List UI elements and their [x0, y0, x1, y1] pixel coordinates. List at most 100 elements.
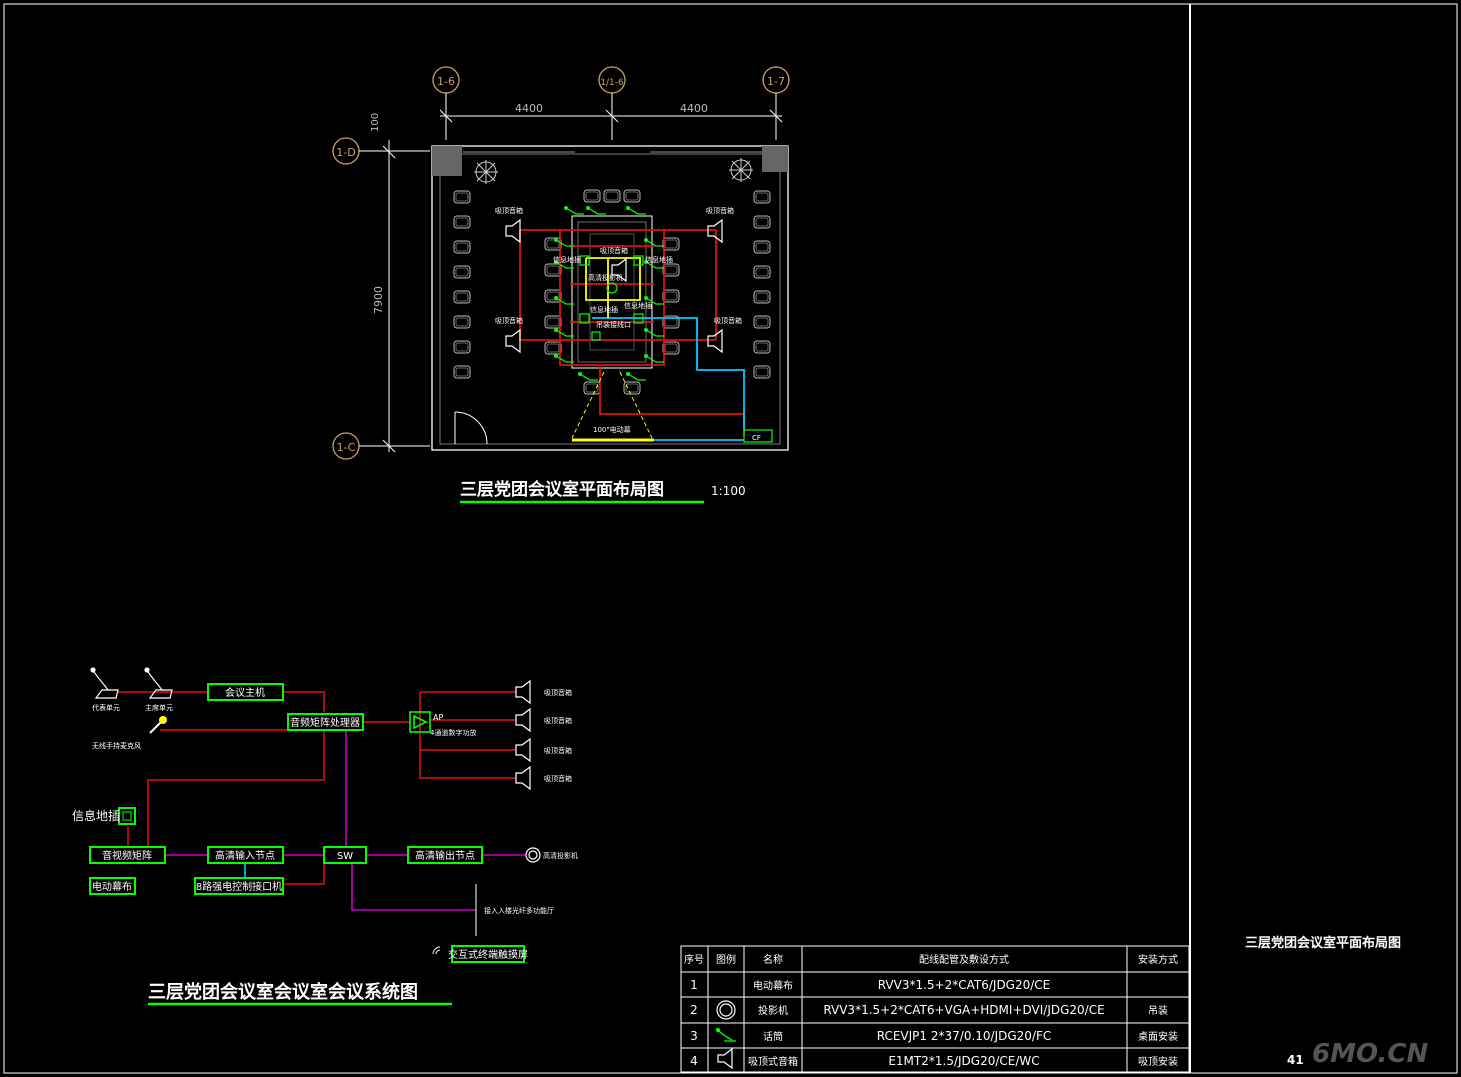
- legend-row-spec: E1MT2*1.5/JDG20/CE/WC: [888, 1054, 1039, 1068]
- legend-row-name: 吸顶式音箱: [748, 1055, 798, 1068]
- axis-bubble-1-C: 1-C: [332, 432, 430, 460]
- plant-icon: [473, 159, 499, 185]
- dim-100: 100: [370, 113, 381, 132]
- legend-row-no: 3: [690, 1029, 698, 1043]
- label-spk-3: 吸顶音箱: [544, 746, 572, 755]
- dim-4400-right: 4400: [680, 102, 708, 115]
- label-spk-mr: 吸顶音箱: [714, 316, 742, 325]
- label-info-socket: 信息地插: [72, 808, 120, 823]
- label-spk-center: 吸顶音箱: [600, 246, 628, 255]
- legend-row-no: 2: [690, 1003, 698, 1017]
- label-wireless-mic: 无线手持麦克风: [92, 741, 141, 750]
- speaker-icon: [515, 680, 531, 704]
- cad-drawing: 1-6 1/1-6 1-7 1-D 1-C 4400 4400 100 7900…: [3, 3, 1458, 1074]
- speaker-icon: [515, 708, 531, 732]
- label-host: 会议主机: [225, 686, 265, 699]
- ceiling-speaker-icon: [505, 329, 521, 353]
- ceiling-speaker-icon: [707, 329, 723, 353]
- label-sw: SW: [337, 851, 353, 862]
- label-delegate-unit: 代表单元: [92, 703, 120, 712]
- column-right: [762, 146, 788, 172]
- speaker-icon: [515, 738, 531, 762]
- plant-icon: [728, 157, 754, 183]
- label-relay: 8路强电控制接口机: [196, 880, 282, 893]
- legend-row-no: 4: [690, 1054, 698, 1068]
- legend-row-name: 电动幕布: [753, 979, 793, 992]
- dim-7900: 7900: [372, 286, 385, 314]
- legend-row-install: 桌面安装: [1138, 1030, 1178, 1043]
- system-title: 三层党团会议室会议室会议系统图: [148, 981, 418, 1003]
- plan-scale: 1:100: [711, 484, 746, 498]
- speaker-icon: [515, 766, 531, 790]
- system-diagram: 代表单元 主席单元 无线手持麦克风 会议主机 音频矩阵处理器 音视频矩阵 高清输…: [72, 667, 578, 1006]
- legend-row-name: 话筒: [763, 1030, 783, 1043]
- table-microphones: [553, 205, 665, 381]
- label-hd-out: 高清输出节点: [415, 849, 475, 862]
- touch-signal-icon: [432, 946, 441, 955]
- label-spk-tr: 吸顶音箱: [706, 206, 734, 215]
- legend-header-icon: 图例: [716, 953, 736, 966]
- svg-text:1-6: 1-6: [437, 75, 455, 88]
- ceiling-speaker-icon: [505, 219, 521, 243]
- sheet-number: 41: [1287, 1053, 1304, 1067]
- label-net: 接入入楼光纤多功能厅: [484, 906, 554, 915]
- axis-bubble-1-6: 1-6: [432, 66, 460, 140]
- svg-text:1-D: 1-D: [336, 146, 355, 159]
- label-info-l: 信息地插: [553, 255, 581, 264]
- legend-table: 序号 图例 名称 配线配管及敷设方式 安装方式 1 2 3 4 电动幕布 投影机…: [680, 945, 1190, 1073]
- legend-row-name: 投影机: [758, 1004, 788, 1017]
- label-spk-2: 吸顶音箱: [544, 716, 572, 725]
- delegate-mic-icon: [90, 667, 119, 699]
- legend-row-spec: RCEVJP1 2*37/0.10/JDG20/FC: [877, 1029, 1052, 1043]
- label-info-br: 信息地插: [624, 301, 652, 310]
- label-info-bl: 信息地插: [590, 305, 618, 314]
- info-socket-inner: [122, 811, 132, 821]
- legend-row-install: 吊装: [1148, 1004, 1168, 1017]
- label-chairman-unit: 主席单元: [145, 703, 173, 712]
- label-screen: 电动幕布: [92, 880, 132, 893]
- label-touch: 交互式终端触摸屏: [448, 948, 528, 961]
- label-amp: AP: [433, 713, 443, 722]
- axis-bubble-1-1-6: 1/1-6: [598, 66, 626, 140]
- label-screen: 100"电动幕: [593, 425, 631, 434]
- chairman-mic-icon: [144, 667, 173, 699]
- plan-title: 三层党团会议室平面布局图: [460, 479, 664, 500]
- label-spk-1: 吸顶音箱: [544, 688, 572, 697]
- dim-4400-left: 4400: [515, 102, 543, 115]
- legend-header-spec: 配线配管及敷设方式: [919, 953, 1009, 966]
- legend-row-spec: RVV3*1.5+2*CAT6/JDG20/CE: [878, 978, 1051, 992]
- label-projector: 高清投影机: [588, 273, 623, 282]
- sheet-title: 三层党团会议室平面布局图: [1245, 935, 1401, 951]
- legend-header-name: 名称: [763, 953, 783, 966]
- legend-header-no: 序号: [684, 953, 704, 966]
- label-matrix: 音频矩阵处理器: [290, 716, 360, 729]
- sheet-frame: [3, 3, 1458, 1074]
- label-spk-4: 吸顶音箱: [544, 774, 572, 783]
- ceiling-speaker-icon: [707, 219, 723, 243]
- door: [454, 411, 488, 445]
- info-socket-icon: [118, 807, 136, 825]
- label-cf: CF: [752, 434, 761, 442]
- label-hd-in: 高清输入节点: [215, 849, 275, 862]
- projector-icon: [525, 847, 541, 863]
- legend-row-spec: RVV3*1.5+2*CAT6+VGA+HDMI+DVI/JDG20/CE: [823, 1003, 1104, 1017]
- legend-row-install: 吸顶安装: [1138, 1055, 1178, 1068]
- legend-row-no: 1: [690, 978, 698, 992]
- label-amp-desc: 4通道数字功放: [430, 728, 476, 737]
- ceiling-speaker-icon: [717, 1047, 733, 1070]
- svg-text:1-C: 1-C: [337, 441, 356, 454]
- label-projector: 高清投影机: [543, 851, 578, 860]
- column-left: [432, 146, 462, 176]
- axis-bubble-1-7: 1-7: [762, 66, 790, 140]
- label-spk-ml: 吸顶音箱: [495, 316, 523, 325]
- legend-header-install: 安装方式: [1138, 953, 1178, 966]
- watermark: 6MO.CN: [1312, 1039, 1428, 1069]
- svg-text:1-7: 1-7: [767, 75, 785, 88]
- label-ctrl: 吊装接线口: [596, 320, 631, 329]
- microphone-icon: [715, 1027, 736, 1042]
- svg-text:1/1-6: 1/1-6: [600, 78, 624, 88]
- projector-icon: [716, 1000, 736, 1020]
- label-av-matrix: 音视频矩阵: [102, 849, 152, 862]
- label-spk-tl: 吸顶音箱: [495, 206, 523, 215]
- label-info-r: 信息地插: [645, 255, 673, 264]
